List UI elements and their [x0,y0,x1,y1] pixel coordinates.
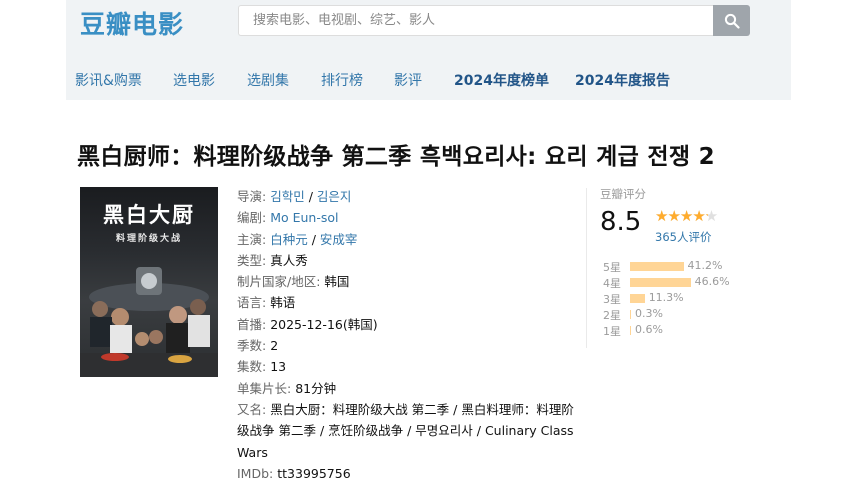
poster-subtitle: 料理阶级大战 [115,234,182,244]
info-episodes-row: 集数: 13 [237,356,582,377]
rating-bar [630,326,631,335]
info-aka-row: 又名: 黑白大厨：料理阶级大战 第二季 / 黑白料理师：料理阶级战争 第二季 /… [237,399,582,463]
episodes-label: 集数: [237,359,267,375]
rating-bar [630,278,691,287]
country-label: 制片国家/地区: [237,274,321,290]
rating-label: 豆瓣评分 [600,187,646,201]
rating-bar-percent: 0.6% [635,323,663,336]
director-link[interactable]: 김은지 [317,189,352,204]
genre-value: 真人秀 [270,252,308,268]
poster-title: 黑白大厨 [103,203,195,227]
episodes-value: 13 [270,359,287,375]
rating-score: 8.5 [600,207,642,237]
info-writer-row: 编剧: Mo Eun-sol [237,207,582,228]
info-country-row: 制片国家/地区: 韩国 [237,271,582,292]
aka-label: 又名: [237,401,267,417]
info-genre-row: 类型: 真人秀 [237,250,582,271]
imdb-label: IMDb: [237,465,274,481]
director-link[interactable]: 김학민 [270,189,305,204]
poster-scene-graphic [80,267,218,377]
rating-divider [586,188,587,348]
rating-bar-label: 1星 [603,325,621,338]
cast-label: 主演: [237,231,267,247]
rating-bar [630,294,645,303]
seasons-value: 2 [270,338,279,354]
info-cast-row: 主演: 白种元 / 安成宰 [237,229,582,250]
info-imdb-row: IMDb: tt33995756 [237,463,582,482]
rating-bar-percent: 41.2% [687,259,723,272]
cast-link[interactable]: 安成宰 [320,232,358,247]
separator: / [307,231,320,247]
rating-bar [630,262,684,271]
stars-foreground: ★★★★★ [655,207,708,225]
rating-bar-label: 2星 [603,309,621,322]
rating-count-link[interactable]: 365人评价 [655,229,711,245]
rating-bar-percent: 11.3% [648,291,684,304]
rating-bar-label: 3星 [603,293,621,306]
genre-label: 类型: [237,252,267,268]
nav-item-select-movie[interactable]: 选电影 [173,70,215,90]
search-button[interactable] [713,5,750,36]
info-language-row: 语言: 韩语 [237,292,582,313]
director-label: 导演: [237,189,267,204]
poster-image[interactable]: 黑白大厨 料理阶级大战 [80,187,218,377]
nav-item-annual-report[interactable]: 2024年度报告 [575,70,670,90]
nav-item-select-series[interactable]: 选剧集 [247,70,289,90]
seasons-label: 季数: [237,338,267,354]
top-header: 豆瓣电影 搜索电影、电视剧、综艺、影人 [66,0,791,54]
writer-link[interactable]: Mo Eun-sol [270,210,338,225]
rating-bar-label: 4星 [603,277,621,290]
nav-item-tickets[interactable]: 影讯&购票 [75,70,142,90]
nav-item-rankings[interactable]: 排行榜 [321,70,363,90]
runtime-value: 81分钟 [295,380,337,396]
info-seasons-row: 季数: 2 [237,335,582,356]
separator: / [304,189,317,204]
cast-link[interactable]: 白种元 [270,232,308,247]
premiere-value: 2025-12-16(韩国) [270,316,378,332]
page-title: 黑白厨师：料理阶级战争 第二季 흑백요리사: 요리 계급 전쟁 2 [77,144,715,170]
douban-movie-logo[interactable]: 豆瓣电影 [80,5,184,41]
info-director-row: 导演: 김학민 / 김은지 [237,186,582,207]
language-value: 韩语 [270,295,296,311]
subject-info: 导演: 김학민 / 김은지 编剧: Mo Eun-sol 主演: 白种元 / 安… [237,186,582,482]
nav-item-reviews[interactable]: 影评 [394,70,422,90]
premiere-label: 首播: [237,316,267,332]
runtime-label: 单集片长: [237,380,292,396]
search-icon [724,13,740,29]
info-runtime-row: 单集片长: 81分钟 [237,378,582,399]
rating-bar-percent: 0.3% [635,307,663,320]
search-input[interactable]: 搜索电影、电视剧、综艺、影人 [238,5,714,36]
nav-item-annual-list[interactable]: 2024年度榜单 [454,70,549,90]
rating-bar-label: 5星 [603,261,621,274]
language-label: 语言: [237,295,267,311]
writer-label: 编剧: [237,210,267,226]
rating-bar-percent: 46.6% [694,275,730,288]
nav-bar: 影讯&购票 选电影 选剧集 排行榜 影评 2024年度榜单 2024年度报告 [66,54,791,100]
aka-value: 黑白大厨：料理阶级大战 第二季 / 黑白料理师：料理阶级战争 第二季 / 烹饪阶… [237,401,574,460]
rating-bar [630,310,631,319]
info-premiere-row: 首播: 2025-12-16(韩国) [237,314,582,335]
country-value: 韩国 [324,274,350,290]
imdb-value: tt33995756 [277,465,351,481]
